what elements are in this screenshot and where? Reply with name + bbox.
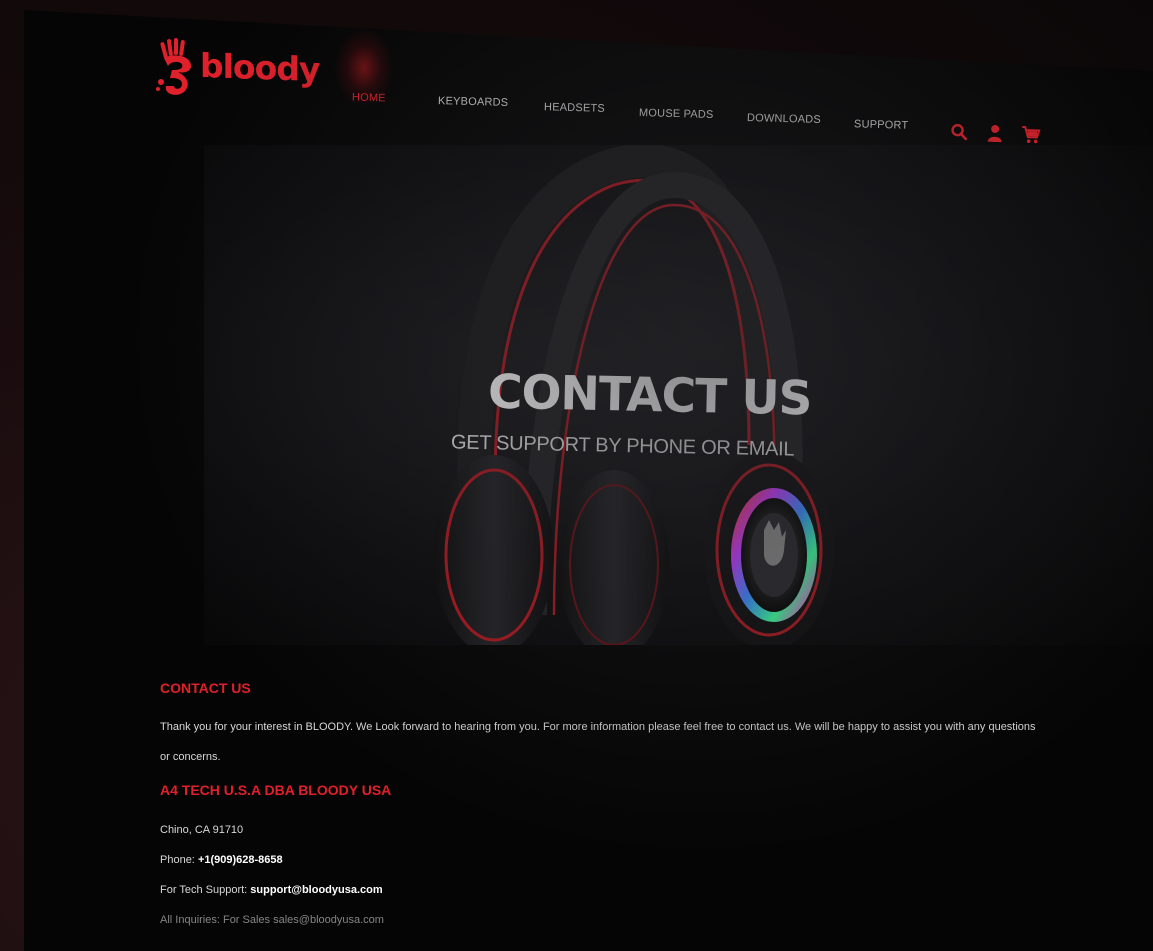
nav-item-keyboards[interactable]: KEYBOARDS xyxy=(438,95,509,109)
user-icon[interactable] xyxy=(984,122,1007,145)
contact-heading: CONTACT US xyxy=(160,680,251,696)
nav-item-downloads[interactable]: DOWNLOADS xyxy=(747,112,821,126)
nav-item-headsets[interactable]: HEADSETS xyxy=(544,101,605,115)
tech-support-label: For Tech Support: xyxy=(160,884,248,896)
phone-line: Phone: +1(909)628-8658 xyxy=(160,854,1060,866)
inquiries-label: All Inquiries: For Sales xyxy=(160,914,271,926)
inquiries-email-link[interactable]: sales@bloodyusa.com xyxy=(273,914,384,926)
nav-item-home[interactable]: HOME xyxy=(352,92,386,105)
search-icon[interactable] xyxy=(948,120,971,143)
address-line: Chino, CA 91710 xyxy=(160,824,244,836)
brand-name: bloody xyxy=(200,45,320,89)
contact-section: CONTACT US Thank you for your interest i… xyxy=(160,680,1060,926)
main-nav: HOME KEYBOARDS HEADSETS MOUSE PADS DOWNL… xyxy=(352,84,909,132)
company-name: A4 TECH U.S.A DBA BLOODY USA xyxy=(160,782,392,798)
nav-item-mouse-pads[interactable]: MOUSE PADS xyxy=(639,107,714,121)
tech-support-line: For Tech Support: support@bloodyusa.com xyxy=(160,884,1060,896)
contact-intro: Thank you for your interest in BLOODY. W… xyxy=(160,721,1036,763)
nav-item-support[interactable]: SUPPORT xyxy=(854,118,909,131)
hero-title: CONTACT US xyxy=(487,364,813,427)
tech-support-email-link[interactable]: support@bloodyusa.com xyxy=(250,884,382,896)
brand-logo[interactable]: bloody xyxy=(156,38,319,96)
cart-icon[interactable] xyxy=(1020,123,1043,146)
header-actions xyxy=(948,120,1043,145)
phone-number[interactable]: +1(909)628-8658 xyxy=(198,854,283,866)
photo-background: bloody HOME KEYBOARDS HEADSETS MOUSE PAD… xyxy=(0,0,1153,951)
monitor-screen: bloody HOME KEYBOARDS HEADSETS MOUSE PAD… xyxy=(24,10,1153,951)
hand-logo-icon xyxy=(156,38,192,95)
inquiries-line: All Inquiries: For Sales sales@bloodyusa… xyxy=(160,914,1060,926)
phone-label: Phone: xyxy=(160,854,195,866)
